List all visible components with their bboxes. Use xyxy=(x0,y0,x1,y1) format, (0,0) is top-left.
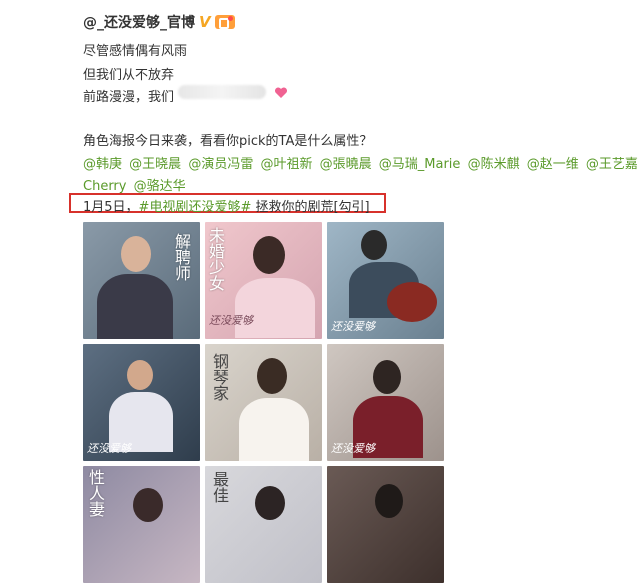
poster-logo: 还没爱够 xyxy=(331,320,375,333)
mention-link[interactable]: @韩庚 xyxy=(83,157,122,172)
poster-image[interactable]: 解聘师 xyxy=(83,222,200,339)
highlight-line: 1月5日，#电视剧还没爱够# 拯救你的剧荒[勾引] xyxy=(83,196,370,215)
post-header: @_还没爱够_官博 V xyxy=(83,12,235,32)
mention-link[interactable]: @演员冯雷 xyxy=(188,157,253,172)
mention-link[interactable]: Cherry xyxy=(83,179,126,194)
mentions-line-1: @韩庚 @王晓晨 @演员冯雷 @叶祖新 @張曉晨 @马瑞_Marie @陈米麒 … xyxy=(83,153,638,172)
post-intro: 角色海报今日来袭，看看你pick的TA是什么属性？ xyxy=(83,134,373,149)
post-line-2: 但我们从不放弃 xyxy=(83,68,175,83)
poster-image[interactable]: 钢琴家 xyxy=(205,344,322,461)
mention-link[interactable]: @赵一维 xyxy=(527,157,579,172)
poster-calligraphy: 未婚少女 xyxy=(209,226,226,293)
poster-calligraphy: 解聘师 xyxy=(175,232,192,283)
mention-link[interactable]: @張曉晨 xyxy=(320,157,372,172)
mention-link[interactable]: @王艺嘉 xyxy=(586,157,638,172)
hashtag-link[interactable]: #电视剧还没爱够# xyxy=(139,200,252,215)
mention-link[interactable]: @叶祖新 xyxy=(260,157,312,172)
mention-link[interactable]: @王晓晨 xyxy=(129,157,181,172)
poster-image[interactable]: 最佳 xyxy=(205,466,322,583)
poster-image[interactable]: 未婚少女 还没爱够 xyxy=(205,222,322,339)
poster-image[interactable]: 性人妻 xyxy=(83,466,200,583)
highlight-rest-text: 拯救你的剧荒[勾引] xyxy=(251,200,370,215)
post-line-3: 前路漫漫，我们 xyxy=(83,90,175,105)
username-link[interactable]: @_还没爱够_官博 xyxy=(83,12,195,32)
poster-calligraphy: 最佳 xyxy=(213,470,230,505)
mentions-line-2: Cherry @骆达华 xyxy=(83,175,189,194)
poster-logo: 还没爱够 xyxy=(331,442,375,455)
mention-link[interactable]: @骆达华 xyxy=(134,179,186,194)
poster-calligraphy: 钢琴家 xyxy=(213,352,230,403)
poster-image[interactable] xyxy=(327,466,444,583)
poster-image[interactable]: 还没爱够 xyxy=(83,344,200,461)
level-badge-icon xyxy=(214,15,235,29)
post-date: 1月5日， xyxy=(83,200,139,215)
poster-logo: 还没爱够 xyxy=(209,314,253,327)
poster-image[interactable]: 还没爱够 xyxy=(327,344,444,461)
mention-link[interactable]: @马瑞_Marie xyxy=(379,157,461,172)
verified-badge-icon: V xyxy=(199,13,211,31)
mention-link[interactable]: @陈米麒 xyxy=(468,157,520,172)
poster-image[interactable]: 还没爱够 xyxy=(327,222,444,339)
post-line-1: 尽管感情偶有风雨 xyxy=(83,44,188,59)
blurred-redaction xyxy=(178,85,266,99)
poster-logo: 还没爱够 xyxy=(87,442,131,455)
poster-calligraphy: 性人妻 xyxy=(89,468,106,519)
heart-icon xyxy=(274,87,288,98)
